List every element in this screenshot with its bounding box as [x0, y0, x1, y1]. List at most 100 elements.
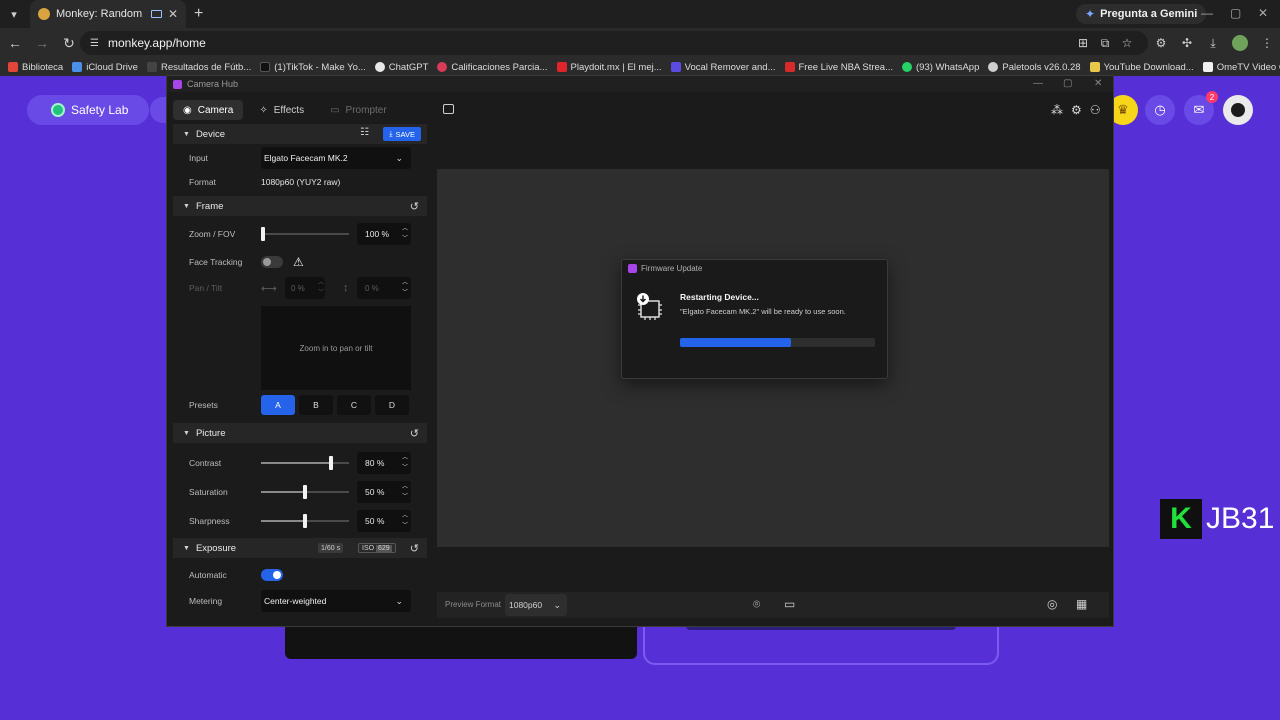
sharpness-slider-thumb[interactable]: [303, 513, 307, 528]
safety-lab-button[interactable]: Safety Lab: [27, 95, 149, 125]
history-clock-icon[interactable]: ◷: [1145, 95, 1175, 125]
browser-tab[interactable]: Monkey: Random Video Ch ✕: [30, 0, 186, 28]
reset-icon[interactable]: ↺: [410, 427, 419, 440]
tab-prompter[interactable]: ▭ Prompter: [320, 100, 397, 120]
bookmark-item[interactable]: Resultados de Fútb...: [146, 62, 251, 73]
warning-icon[interactable]: ⚠: [293, 255, 304, 269]
translate-icon[interactable]: ⊞: [1072, 36, 1094, 50]
gemini-button[interactable]: ✦ Pregunta a Gemini: [1076, 4, 1207, 24]
contrast-slider-thumb[interactable]: [329, 455, 334, 470]
reset-icon[interactable]: ↺: [410, 542, 419, 555]
sharpness-slider-fill: [261, 519, 305, 522]
bookmark-star-icon[interactable]: ☆: [1116, 36, 1138, 50]
tab-camera[interactable]: ◉ Camera: [173, 100, 244, 120]
maximize-icon[interactable]: ▢: [1063, 78, 1072, 89]
close-icon[interactable]: ✕: [1094, 78, 1102, 89]
bookmark-item[interactable]: Free Live NBA Strea...: [784, 62, 893, 73]
preset-c-button[interactable]: C: [337, 395, 371, 415]
bookmark-favicon-icon: [437, 62, 448, 72]
contrast-slider-fill: [261, 461, 332, 464]
exposure-section-header[interactable]: ▼ Exposure 1/60 s ISO 629 ↺: [173, 538, 427, 558]
reset-icon[interactable]: ↺: [410, 200, 419, 213]
profile-avatar[interactable]: [1232, 35, 1248, 51]
pan-tilt-area[interactable]: Zoom in to pan or tilt: [261, 306, 411, 390]
frame-section-header[interactable]: ▼ Frame ↺: [173, 196, 427, 216]
preset-b-button[interactable]: B: [299, 395, 333, 415]
back-icon[interactable]: ←: [3, 35, 27, 51]
saturation-value-box[interactable]: 50 % ︿ ﹀: [357, 480, 411, 503]
tab-search-icon[interactable]: ▾: [0, 0, 28, 28]
new-tab-button[interactable]: +: [194, 5, 203, 23]
tilt-value-box[interactable]: 0 % ︿ ﹀: [357, 277, 411, 299]
extensions-puzzle-icon[interactable]: ✣: [1174, 36, 1200, 50]
bookmark-item[interactable]: iCloud Drive: [72, 62, 138, 73]
download-icon[interactable]: ⤓: [1200, 36, 1226, 51]
bookmark-item[interactable]: Biblioteca: [8, 62, 63, 73]
close-tab-icon[interactable]: ✕: [168, 7, 178, 21]
close-window-icon[interactable]: ✕: [1258, 6, 1268, 20]
bookmark-item[interactable]: Playdoit.mx | El mej...: [556, 62, 662, 73]
device-section-title: Device: [195, 128, 225, 140]
contrast-slider[interactable]: [261, 455, 349, 470]
bookmark-item[interactable]: Vocal Remover and...: [670, 62, 776, 73]
grid-icon[interactable]: ▦: [1076, 597, 1087, 611]
site-info-icon[interactable]: ☰: [90, 38, 99, 49]
extension-icon[interactable]: ⚙: [1148, 36, 1174, 50]
saturation-slider-thumb[interactable]: [303, 484, 307, 499]
stepper-arrows-icon[interactable]: ︿ ﹀: [402, 278, 408, 298]
forward-icon[interactable]: →: [30, 35, 54, 51]
bookmark-favicon-icon: [784, 62, 795, 72]
face-tracking-toggle[interactable]: [261, 256, 283, 268]
bookmark-item[interactable]: Paletools v26.0.28: [988, 62, 1081, 73]
device-section-header[interactable]: ▼ Device ☷ ⤓ SAVE: [173, 124, 427, 144]
install-app-icon[interactable]: ⧉: [1094, 36, 1116, 51]
chat-icon[interactable]: ✉ 2: [1184, 91, 1218, 125]
input-select[interactable]: Elgato Facecam MK.2 ⌄: [261, 147, 411, 169]
contrast-value-box[interactable]: 80 % ︿ ﹀: [357, 451, 411, 474]
metering-select[interactable]: Center-weighted ⌄: [261, 590, 411, 612]
zoom-slider-thumb[interactable]: [261, 227, 265, 241]
bookmark-favicon-icon: [556, 62, 567, 72]
tab-effects[interactable]: ✧ Effects: [249, 100, 314, 120]
settings-gear-icon[interactable]: ⚙: [1071, 103, 1082, 117]
bookmark-item[interactable]: Calificaciones Parcia...: [437, 61, 548, 73]
minimize-icon[interactable]: —: [1033, 78, 1043, 89]
folder-icon[interactable]: ▭: [784, 597, 795, 611]
stepper-arrows-icon[interactable]: ︿ ﹀: [402, 482, 408, 502]
preview-format-select[interactable]: 1080p60 ⌄: [505, 594, 567, 616]
zoom-value-box[interactable]: 100 % ︿ ﹀: [357, 223, 411, 245]
stepper-arrows-icon[interactable]: ︿ ﹀: [402, 511, 408, 531]
address-bar[interactable]: ☰ monkey.app/home: [80, 31, 1148, 55]
maximize-window-icon[interactable]: ▢: [1230, 6, 1241, 20]
automatic-exposure-toggle[interactable]: [261, 569, 283, 581]
user-avatar[interactable]: [1223, 95, 1253, 125]
save-button[interactable]: ⤓ SAVE: [383, 127, 421, 141]
bookmark-item[interactable]: YouTube Download...: [1089, 62, 1194, 73]
zoom-slider[interactable]: [261, 227, 349, 241]
bookmark-item[interactable]: (1)TikTok - Make Yo...: [260, 62, 366, 73]
bookmark-item[interactable]: ChatGPT: [374, 62, 428, 73]
preset-a-button[interactable]: A: [261, 395, 295, 415]
bookmark-item[interactable]: OmeTV Video Chat...: [1202, 62, 1280, 73]
sidebar-toggle-icon[interactable]: [443, 104, 454, 114]
saturation-slider[interactable]: [261, 484, 349, 499]
apps-grid-icon[interactable]: ⁂: [1051, 103, 1063, 117]
sharpness-value-box[interactable]: 50 % ︿ ﹀: [357, 509, 411, 532]
stepper-arrows-icon[interactable]: ︿ ﹀: [402, 453, 408, 473]
bookmark-label: Calificaciones Parcia...: [451, 61, 548, 73]
media-playing-icon[interactable]: [150, 10, 162, 18]
picture-section-header[interactable]: ▼ Picture ↺: [173, 423, 427, 443]
account-icon[interactable]: ⚇: [1090, 103, 1101, 117]
tune-icon[interactable]: ☷: [360, 127, 369, 138]
minimize-window-icon[interactable]: —: [1201, 6, 1213, 20]
preset-d-button[interactable]: D: [375, 395, 409, 415]
screenshot-camera-icon[interactable]: ⌾: [753, 597, 760, 612]
stepper-arrows-icon[interactable]: ︿ ﹀: [318, 278, 324, 298]
stepper-arrows-icon[interactable]: ︿ ﹀: [402, 224, 408, 244]
menu-kebab-icon[interactable]: ⋮: [1254, 36, 1280, 50]
reload-icon[interactable]: ↻: [57, 35, 81, 52]
bookmark-item[interactable]: (93) WhatsApp: [902, 62, 979, 73]
url-text[interactable]: monkey.app/home: [108, 36, 206, 50]
eye-icon[interactable]: ◎: [1047, 597, 1057, 611]
sharpness-slider[interactable]: [261, 513, 349, 528]
